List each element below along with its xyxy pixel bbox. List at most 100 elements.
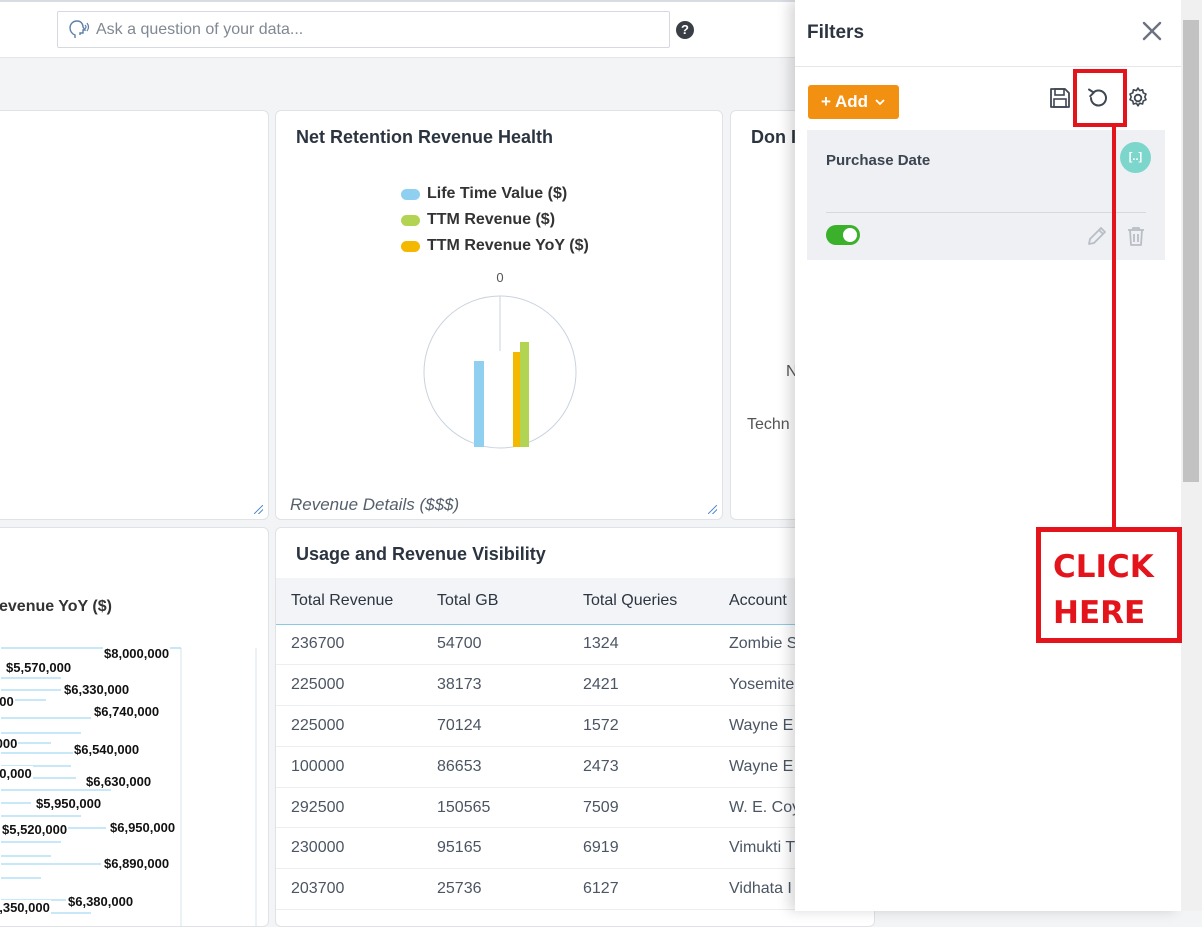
card-usage-revenue: Usage and Revenue Visibility Total Reven…: [275, 527, 875, 927]
ask-question-input[interactable]: [94, 19, 669, 40]
table-cell: 25736: [422, 868, 568, 911]
bar-value-label: 5,350,000: [0, 900, 51, 915]
card-title: Don I: [751, 127, 796, 147]
table-cell: 6919: [568, 827, 714, 870]
legend-swatch: [401, 240, 420, 252]
card-title: Net Retention Revenue Health: [296, 127, 554, 147]
click-here-callout: CLICK HERE: [1036, 527, 1182, 643]
divider: [826, 212, 1146, 213]
legend-label: Life Time Value ($): [427, 185, 568, 202]
bar-value-label: $6,380,000: [67, 894, 135, 909]
table-cell: 225000: [276, 664, 422, 707]
highlight-connector: [1112, 127, 1116, 529]
scrollbar-thumb[interactable]: [1183, 20, 1199, 482]
table-cell: 203700: [276, 868, 422, 911]
bar-value-label: $6,330,000: [63, 682, 131, 697]
usage-table: Total Revenue Total GB Total Queries Acc…: [276, 578, 874, 911]
chart-legend: Life Time Value ($) TTM Revenue ($) TTM …: [401, 181, 589, 259]
column-header[interactable]: Total GB: [422, 578, 568, 625]
table-row[interactable]: 225000 70124 1572 Wayne E: [276, 705, 874, 747]
table-row[interactable]: 236700 54700 1324 Zombie S: [276, 624, 874, 666]
pencil-icon[interactable]: [1085, 224, 1109, 248]
highlight-box: [1073, 69, 1127, 127]
table-cell: 292500: [276, 787, 422, 829]
resize-handle[interactable]: [254, 505, 263, 514]
table-cell: 54700: [422, 624, 568, 666]
partial-label: Techn: [747, 416, 790, 433]
range-filter-badge: [..]: [1120, 142, 1151, 173]
bar-life-time-value[interactable]: [474, 361, 484, 447]
filter-enabled-toggle[interactable]: [826, 225, 860, 245]
trash-icon[interactable]: [1124, 224, 1148, 248]
table-cell: 1572: [568, 705, 714, 747]
table-cell: 1324: [568, 624, 714, 666]
card-bottom-left: evenue YoY ($) $8,000,000 $5,570,000 $6,33…: [0, 527, 269, 927]
bar-value-label: $6,890,000: [103, 856, 171, 871]
bar-value-label: 000: [0, 694, 15, 709]
chevron-down-icon: [875, 99, 885, 106]
chart-footer: Revenue Details ($$$): [290, 495, 460, 514]
question-circle-icon[interactable]: ?: [676, 21, 694, 39]
table-cell: 2473: [568, 746, 714, 788]
axis-tick-label: 0: [496, 270, 503, 285]
bar-value-label: $5,570,000: [5, 660, 73, 675]
callout-line-2: HERE: [1053, 595, 1146, 631]
add-filter-label: + Add: [820, 92, 869, 111]
card-title: Usage and Revenue Visibility: [296, 544, 546, 564]
polar-bar-chart: 0: [423, 270, 577, 449]
bar-value-label: $6,950,000: [109, 820, 177, 835]
table-cell: 150565: [422, 787, 568, 829]
table-row[interactable]: 230000 95165 6919 Vimukti T: [276, 827, 874, 870]
filters-header: Filters: [795, 0, 1181, 67]
bar-ttm-revenue[interactable]: [520, 342, 529, 447]
table-cell: 86653: [422, 746, 568, 788]
table-cell: 230000: [276, 827, 422, 870]
chart-title: evenue YoY ($): [0, 598, 112, 615]
column-header[interactable]: Total Revenue: [276, 578, 422, 625]
bar-value-label: $6,630,000: [85, 774, 153, 789]
bar-value-label: $5,520,000: [1, 822, 69, 837]
save-icon[interactable]: [1048, 86, 1072, 110]
table-cell: 95165: [422, 827, 568, 870]
callout-line-1: CLICK: [1053, 549, 1154, 585]
ask-question-box[interactable]: [57, 11, 670, 48]
filters-panel: Filters + Add Purchase Date [..]: [795, 0, 1181, 911]
table-cell: 70124: [422, 705, 568, 747]
bar-value-label: $8,000,000: [103, 646, 171, 661]
table-cell: 100000: [276, 746, 422, 788]
table-cell: 236700: [276, 624, 422, 666]
bar-value-label: $6,540,000: [73, 742, 141, 757]
legend-item-ttm[interactable]: TTM Revenue ($): [401, 207, 589, 233]
settings-icon[interactable]: [1126, 86, 1150, 110]
add-filter-button[interactable]: + Add: [808, 85, 899, 119]
bar-value-label: ,000: [0, 736, 19, 751]
table-cell: 7509: [568, 787, 714, 829]
table-cell: 225000: [276, 705, 422, 747]
table-row[interactable]: 203700 25736 6127 Vidhata I: [276, 868, 874, 911]
bar-value-label: $6,740,000: [93, 704, 161, 719]
legend-swatch: [401, 188, 420, 200]
table-cell: 38173: [422, 664, 568, 707]
table-row[interactable]: 100000 86653 2473 Wayne E: [276, 746, 874, 788]
filter-name: Purchase Date: [826, 152, 931, 169]
legend-label: TTM Revenue ($): [427, 211, 556, 228]
table-row[interactable]: 292500 150565 7509 W. E. Coy: [276, 787, 874, 829]
resize-handle[interactable]: [708, 505, 717, 514]
legend-swatch: [401, 214, 420, 226]
filters-title: Filters: [807, 22, 865, 43]
table-cell: 6127: [568, 868, 714, 911]
legend-item-ltv[interactable]: Life Time Value ($): [401, 181, 589, 207]
bar-value-label: $5,950,000: [35, 796, 103, 811]
close-icon[interactable]: [1140, 19, 1164, 43]
toggle-knob: [843, 228, 857, 242]
card-net-retention: Net Retention Revenue Health Life Time V…: [275, 110, 723, 520]
bar-value-label: 30,000: [0, 766, 33, 781]
voice-head-icon[interactable]: [66, 18, 90, 42]
legend-item-ttm-yoy[interactable]: TTM Revenue YoY ($): [401, 233, 589, 259]
card-top-left: [0, 110, 269, 520]
column-header[interactable]: Total Queries: [568, 578, 714, 625]
table-header-row: Total Revenue Total GB Total Queries Acc…: [276, 578, 874, 625]
table-cell: 2421: [568, 664, 714, 707]
table-row[interactable]: 225000 38173 2421 Yosemite: [276, 664, 874, 707]
legend-label: TTM Revenue YoY ($): [427, 237, 589, 254]
